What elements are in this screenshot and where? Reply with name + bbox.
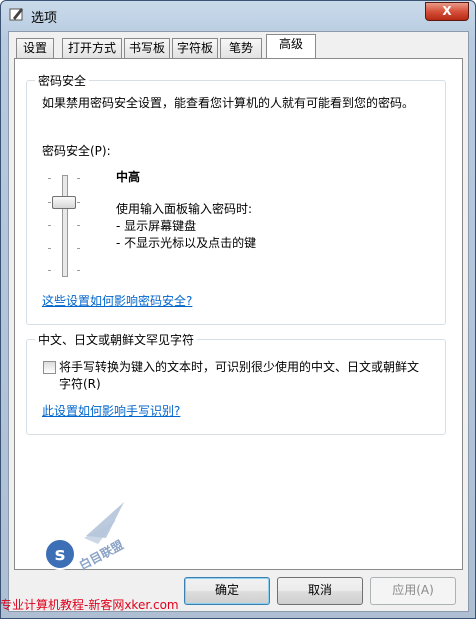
tab-character-pad[interactable]: 字符板 [172, 38, 218, 58]
rare-characters-checkbox[interactable] [43, 361, 56, 374]
slider-thumb[interactable] [52, 196, 76, 209]
slider-tick [48, 202, 51, 203]
slider-track[interactable] [62, 175, 68, 277]
security-detail-item: - 不显示光标以及点击的键 [116, 236, 257, 250]
pen-tablet-icon [9, 8, 23, 21]
slider-tick [77, 178, 80, 179]
slider-tick [48, 178, 51, 179]
watermark-text: 专业计算机教程-新客网xker.com [0, 598, 179, 612]
apply-button: 应用(A) [370, 577, 456, 605]
tab-advanced[interactable]: 高级 [266, 34, 316, 58]
cancel-button[interactable]: 取消 [277, 577, 363, 605]
rare-characters-checkbox-label[interactable]: 将手写转换为键入的文本时，可识别很少使用的中文、日文或朝鲜文 [59, 358, 419, 375]
rare-characters-group-title: 中文、日文或朝鲜文罕见字符 [35, 331, 198, 348]
tab-writing-pad[interactable]: 书写板 [124, 38, 170, 58]
slider-tick [77, 202, 80, 203]
slider-tick [77, 225, 80, 226]
security-detail-heading: 使用输入面板输入密码时: [116, 202, 253, 216]
title-bar[interactable]: 选项 X [1, 1, 475, 29]
password-description: 如果禁用密码安全设置，能查看您计算机的人就有可能看到您的密码。 [42, 96, 415, 110]
security-level-label: 中高 [116, 170, 141, 184]
tab-settings[interactable]: 设置 [16, 38, 54, 58]
handwriting-help-link[interactable]: 此设置如何影响手写识别? [42, 402, 180, 419]
password-help-link[interactable]: 这些设置如何影响密码安全? [42, 292, 192, 309]
watermark-logo: s 白目联盟 [44, 502, 126, 573]
password-group-title: 密码安全 [35, 72, 90, 89]
close-button[interactable]: X [425, 2, 469, 21]
slider-label: 密码安全(P): [42, 144, 111, 158]
rare-characters-checkbox-label-cont[interactable]: 字符(R) [59, 375, 101, 392]
security-detail-item: - 显示屏幕键盘 [116, 219, 197, 233]
slider-tick [77, 248, 80, 249]
slider-tick [77, 270, 80, 271]
tab-open-method[interactable]: 打开方式 [62, 38, 122, 58]
ok-button[interactable]: 确定 [184, 577, 270, 605]
svg-text:s: s [55, 544, 66, 565]
svg-text:白目联盟: 白目联盟 [76, 537, 125, 573]
tab-gestures[interactable]: 笔势 [220, 38, 262, 58]
slider-tick [48, 225, 51, 226]
slider-tick [48, 248, 51, 249]
window-title: 选项 [31, 11, 58, 26]
slider-tick [48, 270, 51, 271]
